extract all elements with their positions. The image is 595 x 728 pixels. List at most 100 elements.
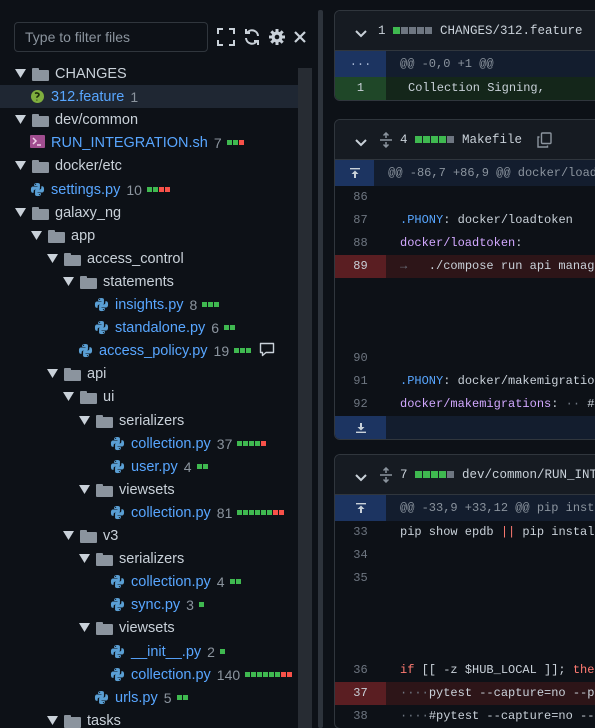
tree-folder[interactable]: tasks bbox=[0, 709, 298, 728]
tree-file[interactable]: insights.py 8 bbox=[0, 293, 298, 316]
line-number[interactable] bbox=[335, 590, 386, 613]
line-number[interactable]: 33 bbox=[335, 521, 386, 544]
diffstat-added-square bbox=[257, 672, 263, 677]
line-number[interactable]: 35 bbox=[335, 567, 386, 590]
line-number[interactable] bbox=[335, 613, 386, 636]
expand-down-icon[interactable] bbox=[335, 416, 386, 439]
expand-caret-icon[interactable] bbox=[78, 547, 90, 570]
diffstat-added-square bbox=[198, 602, 204, 607]
line-number[interactable]: 34 bbox=[335, 544, 386, 567]
folder-icon bbox=[96, 552, 113, 566]
tree-file[interactable]: collection.py 37 bbox=[0, 432, 298, 455]
tree-folder[interactable]: viewsets bbox=[0, 478, 298, 501]
folder-icon bbox=[64, 252, 81, 266]
tree-folder[interactable]: ui bbox=[0, 385, 298, 408]
tree-file[interactable]: __init__.py 2 bbox=[0, 640, 298, 663]
collapse-chevron-icon[interactable] bbox=[355, 134, 367, 150]
expand-caret-icon[interactable] bbox=[46, 709, 58, 728]
close-icon[interactable] bbox=[290, 27, 310, 47]
expand-caret-icon[interactable] bbox=[14, 62, 26, 85]
diffstat-deleted-square bbox=[287, 672, 293, 677]
expand-up-icon[interactable] bbox=[335, 495, 386, 521]
tree-file[interactable]: access_policy.py 19 bbox=[0, 339, 298, 362]
tree-folder[interactable]: api bbox=[0, 362, 298, 385]
expand-caret-icon[interactable] bbox=[14, 108, 26, 131]
expand-caret-icon[interactable] bbox=[14, 154, 26, 177]
tree-folder[interactable]: serializers bbox=[0, 409, 298, 432]
expand-all-icon[interactable] bbox=[379, 131, 393, 151]
tree-folder[interactable]: access_control bbox=[0, 247, 298, 270]
line-number[interactable]: 89 bbox=[335, 255, 386, 278]
refresh-icon[interactable] bbox=[242, 27, 262, 47]
collapse-chevron-icon[interactable] bbox=[355, 25, 367, 41]
tree-folder[interactable]: v3 bbox=[0, 524, 298, 547]
line-number[interactable]: 36 bbox=[335, 659, 386, 682]
context-line bbox=[335, 278, 595, 301]
diff-file-name[interactable]: Makefile bbox=[462, 133, 522, 147]
line-number[interactable] bbox=[335, 636, 386, 659]
tree-folder[interactable]: app bbox=[0, 224, 298, 247]
expand-caret-icon[interactable] bbox=[46, 247, 58, 270]
tree-folder[interactable]: CHANGES bbox=[0, 62, 298, 85]
tree-file[interactable]: urls.py 5 bbox=[0, 686, 298, 709]
panel-resize-handle[interactable] bbox=[318, 10, 323, 728]
collapse-chevron-icon[interactable] bbox=[355, 469, 367, 485]
line-number[interactable]: 37 bbox=[335, 682, 386, 705]
fullscreen-icon[interactable] bbox=[216, 27, 236, 47]
tree-scrollbar[interactable] bbox=[298, 68, 312, 728]
copy-path-icon[interactable] bbox=[537, 132, 552, 151]
expand-up-icon[interactable] bbox=[335, 160, 375, 186]
tree-folder[interactable]: serializers bbox=[0, 547, 298, 570]
line-number[interactable]: 92 bbox=[335, 393, 386, 416]
expand-all-icon[interactable] bbox=[379, 466, 393, 486]
folder-name: tasks bbox=[87, 712, 121, 728]
expand-caret-icon[interactable] bbox=[62, 270, 74, 293]
tree-file[interactable]: standalone.py 6 bbox=[0, 316, 298, 339]
diff-file-name[interactable]: CHANGES/312.feature bbox=[440, 24, 583, 38]
context-line: 36 if [[ -z $HUB_LOCAL ]]; then bbox=[335, 659, 595, 682]
diffstat-added-square bbox=[229, 579, 235, 584]
expand-caret-icon[interactable] bbox=[78, 409, 90, 432]
tree-folder[interactable]: docker/etc bbox=[0, 154, 298, 177]
diffstat-neutral-square bbox=[447, 136, 454, 143]
expand-caret-icon[interactable] bbox=[46, 362, 58, 385]
line-number[interactable] bbox=[335, 301, 386, 324]
line-number[interactable]: 86 bbox=[335, 186, 386, 209]
diffstat-added-square bbox=[246, 348, 252, 353]
expand-caret-icon[interactable] bbox=[30, 224, 42, 247]
tree-file[interactable]: collection.py 4 bbox=[0, 570, 298, 593]
tree-file[interactable]: 312.feature 1 bbox=[0, 85, 298, 108]
tree-folder[interactable]: galaxy_ng bbox=[0, 201, 298, 224]
line-number[interactable]: 90 bbox=[335, 347, 386, 370]
line-number[interactable] bbox=[335, 278, 386, 301]
line-number[interactable] bbox=[335, 324, 386, 347]
expand-caret-icon[interactable] bbox=[62, 524, 74, 547]
tree-file[interactable]: settings.py 10 bbox=[0, 178, 298, 201]
code-text: docker/makemigrations: ·· ## bbox=[400, 397, 595, 411]
line-number[interactable]: 88 bbox=[335, 232, 386, 255]
expand-caret-icon[interactable] bbox=[78, 478, 90, 501]
comment-icon[interactable] bbox=[259, 342, 275, 360]
tree-file[interactable]: RUN_INTEGRATION.sh 7 bbox=[0, 131, 298, 154]
diff-file-name[interactable]: dev/common/RUN_INTEGRATION.sh bbox=[462, 468, 595, 482]
expand-caret-icon[interactable] bbox=[14, 201, 26, 224]
tree-file[interactable]: collection.py 81 bbox=[0, 501, 298, 524]
line-number[interactable]: ... bbox=[335, 51, 386, 77]
tree-folder[interactable]: statements bbox=[0, 270, 298, 293]
line-number[interactable]: 87 bbox=[335, 209, 386, 232]
gear-icon[interactable] bbox=[267, 27, 287, 47]
tree-file[interactable]: user.py 4 bbox=[0, 455, 298, 478]
expand-caret-icon[interactable] bbox=[78, 616, 90, 639]
diffstat-added-square bbox=[202, 464, 208, 469]
filter-files-input[interactable] bbox=[14, 22, 208, 52]
tree-folder[interactable]: viewsets bbox=[0, 616, 298, 639]
expand-caret-icon[interactable] bbox=[62, 385, 74, 408]
diffstat-added-square bbox=[240, 348, 246, 353]
tree-folder[interactable]: dev/common bbox=[0, 108, 298, 131]
line-number[interactable]: 91 bbox=[335, 370, 386, 393]
hunk-header-text: @@ -86,7 +86,9 @@ docker/loadtoken bbox=[388, 166, 595, 180]
line-number[interactable]: 38 bbox=[335, 705, 386, 728]
line-number[interactable]: 1 bbox=[335, 77, 386, 100]
tree-file[interactable]: sync.py 3 bbox=[0, 593, 298, 616]
tree-file[interactable]: collection.py 140 bbox=[0, 663, 298, 686]
